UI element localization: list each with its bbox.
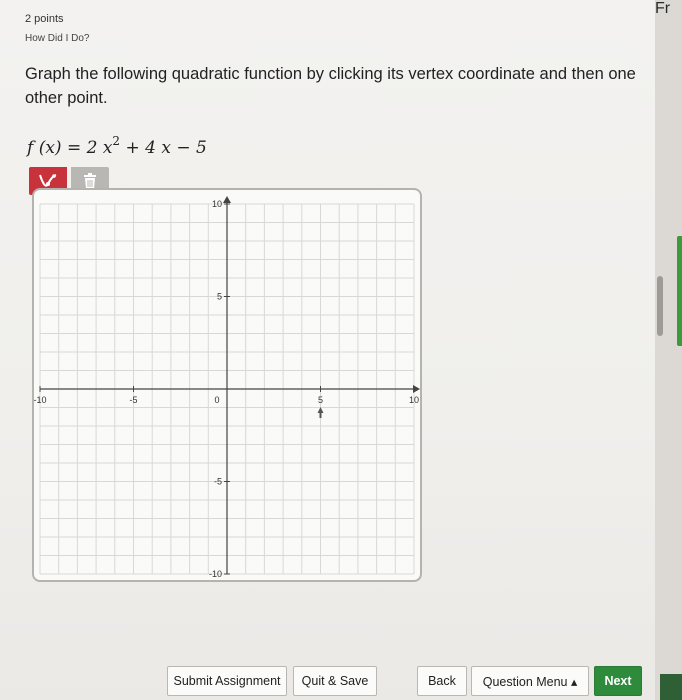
y-tick-label: 5	[217, 292, 222, 302]
coordinate-plane[interactable]: -10 -5 0 5 10 10 5 -5 -10	[32, 188, 422, 582]
scrollbar-thumb[interactable]	[657, 276, 663, 336]
quit-save-button[interactable]: Quit & Save	[293, 666, 377, 696]
x-tick-label: 0	[214, 395, 219, 405]
x-tick-label: 10	[409, 395, 419, 405]
y-tick-label: -5	[214, 477, 222, 487]
formula-exponent: 2	[112, 134, 121, 148]
x-tick-label: -5	[129, 395, 137, 405]
formula-rhs: + 4 x − 5	[120, 138, 207, 158]
formula-lhs: f (x) = 2 x	[27, 138, 113, 158]
right-scroll-strip	[655, 0, 682, 700]
coordinate-plane-svg[interactable]: -10 -5 0 5 10 10 5 -5 -10	[34, 190, 420, 580]
corner-panel	[660, 674, 682, 700]
question-prompt: Graph the following quadratic function b…	[25, 65, 636, 107]
side-tab[interactable]	[677, 236, 682, 346]
corner-text: Fr	[655, 0, 671, 17]
points-label: 2 points	[25, 13, 64, 25]
how-did-i-do-link[interactable]: How Did I Do?	[25, 33, 89, 44]
x-tick-label: -10	[34, 395, 47, 405]
function-formula: f (x) = 2 x2 + 4 x − 5	[27, 134, 207, 158]
question-menu-button[interactable]: Question Menu ▴	[471, 666, 589, 696]
x-tick-label: 5	[318, 395, 323, 405]
next-button[interactable]: Next	[594, 666, 642, 696]
back-button[interactable]: Back	[417, 666, 467, 696]
y-tick-label: -10	[209, 569, 222, 579]
submit-assignment-button[interactable]: Submit Assignment	[167, 666, 287, 696]
y-tick-label: 10	[212, 199, 222, 209]
mouse-cursor-icon	[317, 407, 324, 418]
question-page: 2 points How Did I Do? Graph the followi…	[0, 0, 655, 700]
y-axis-arrow	[223, 196, 231, 203]
